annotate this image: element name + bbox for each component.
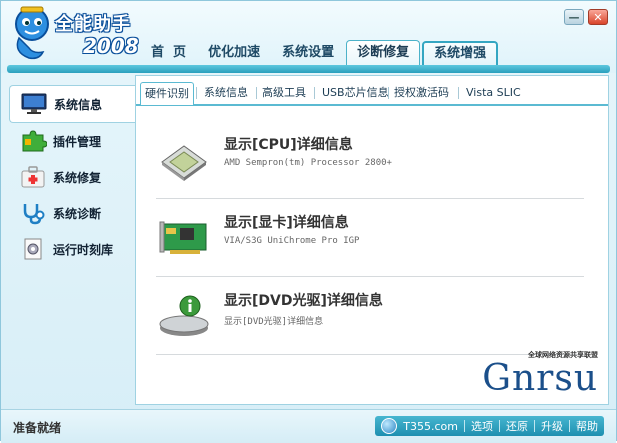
subtab-divider: [388, 87, 389, 99]
close-button[interactable]: ✕: [588, 9, 608, 25]
window-controls: — ✕: [564, 9, 608, 25]
sidebar-item-label: 插件管理: [53, 134, 102, 149]
sidebar-item-runtime-library[interactable]: 运行时刻库: [9, 231, 137, 267]
graphics-card-icon: [159, 221, 207, 254]
status-divider: [464, 420, 465, 432]
hardware-item-detail: 显示[DVD光驱]详细信息: [224, 317, 324, 327]
subtab-divider: [314, 87, 315, 99]
dvd-drive-icon: [159, 295, 209, 336]
close-icon: ✕: [593, 10, 603, 24]
status-divider: [534, 420, 535, 432]
subtab-hardware-id[interactable]: 硬件识别: [140, 82, 194, 105]
nav-settings[interactable]: 系统设置: [272, 41, 344, 65]
subtab-advanced-tools[interactable]: 高级工具: [262, 82, 306, 104]
status-links: T355.com 选项 还原 升级 帮助: [375, 416, 604, 436]
minimize-icon: —: [568, 10, 580, 24]
nav-enhance[interactable]: 系统增强: [422, 41, 499, 65]
hardware-item-title: 显示[CPU]详细信息: [224, 137, 353, 153]
puzzle-icon: [22, 130, 47, 152]
hardware-item-detail: VIA/S3G UniChrome Pro IGP: [224, 236, 360, 246]
options-link[interactable]: 选项: [471, 418, 493, 434]
subtab-license-code[interactable]: 授权激活码: [394, 82, 449, 104]
sidebar-item-system-diagnose[interactable]: 系统诊断: [9, 195, 137, 231]
app-year: 2008: [83, 34, 139, 58]
hardware-item-cpu[interactable]: 显示[CPU]详细信息 AMD Sempron(tm) Processor 28…: [156, 128, 584, 199]
help-link[interactable]: 帮助: [576, 418, 598, 434]
sidebar-item-label: 运行时刻库: [53, 242, 114, 257]
minimize-button[interactable]: —: [564, 9, 584, 25]
content-panel: 硬件识别 系统信息 高级工具 USB芯片信息 授权激活码 Vista SLIC …: [135, 75, 609, 405]
nav-home[interactable]: 首 页: [141, 41, 196, 65]
sidebar-item-label: 系统信息: [54, 97, 103, 112]
subtab-system-info[interactable]: 系统信息: [204, 82, 248, 104]
gear-document-icon: [24, 238, 42, 260]
hardware-item-detail: AMD Sempron(tm) Processor 2800+: [224, 158, 392, 168]
nav-diagnose-repair[interactable]: 诊断修复: [346, 40, 421, 65]
app-title: 全能助手: [55, 14, 131, 35]
site-link[interactable]: T355.com: [403, 420, 458, 433]
subtab-vista-slic[interactable]: Vista SLIC: [466, 82, 521, 104]
header-divider: [7, 65, 610, 73]
status-bar: 准备就绪 T355.com 选项 还原 升级 帮助: [1, 409, 616, 443]
subtab-divider: [256, 87, 257, 99]
app-window: 全能助手 2008 — ✕ 首 页 优化加速 系统设置 诊断修复 系统增强 系统…: [0, 0, 617, 443]
header: 全能助手 2008 — ✕ 首 页 优化加速 系统设置 诊断修复 系统增强: [1, 1, 616, 73]
watermark-text: Gnrsu: [482, 358, 598, 399]
sidebar: 系统信息 插件管理 系统修复 系统诊断 运行时刻库: [9, 75, 146, 405]
status-divider: [499, 420, 500, 432]
hardware-item-title: 显示[DVD光驱]详细信息: [224, 293, 383, 309]
hardware-item-title: 显示[显卡]详细信息: [224, 215, 349, 231]
cpu-chip-icon: [161, 145, 207, 181]
watermark-logo: 全球网络资源共享联盟 Gnrsu: [448, 350, 598, 399]
upgrade-link[interactable]: 升级: [541, 418, 563, 434]
stethoscope-icon: [23, 204, 45, 225]
subtab-divider: [458, 87, 459, 99]
hardware-item-dvd[interactable]: 显示[DVD光驱]详细信息 显示[DVD光驱]详细信息: [156, 284, 584, 355]
status-text: 准备就绪: [13, 421, 62, 435]
monitor-icon: [21, 93, 47, 114]
sidebar-item-system-info[interactable]: 系统信息: [9, 85, 146, 123]
first-aid-kit-icon: [21, 166, 45, 188]
main-nav: 首 页 优化加速 系统设置 诊断修复 系统增强: [141, 39, 499, 65]
nav-optimize[interactable]: 优化加速: [198, 41, 270, 65]
subtab-usb-chip-info[interactable]: USB芯片信息: [322, 82, 389, 104]
sidebar-item-label: 系统修复: [53, 170, 102, 185]
hardware-item-graphics[interactable]: 显示[显卡]详细信息 VIA/S3G UniChrome Pro IGP: [156, 206, 584, 277]
subtab-bar: 硬件识别 系统信息 高级工具 USB芯片信息 授权激活码 Vista SLIC: [136, 82, 608, 106]
globe-icon: [381, 418, 398, 434]
restore-link[interactable]: 还原: [506, 418, 528, 434]
app-logo: 全能助手 2008: [7, 4, 147, 64]
subtab-divider: [196, 87, 197, 99]
sidebar-item-plugins[interactable]: 插件管理: [9, 123, 137, 159]
sidebar-item-label: 系统诊断: [53, 206, 102, 221]
status-divider: [569, 420, 570, 432]
genie-mascot-icon: [15, 6, 49, 60]
sidebar-item-system-repair[interactable]: 系统修复: [9, 159, 137, 195]
